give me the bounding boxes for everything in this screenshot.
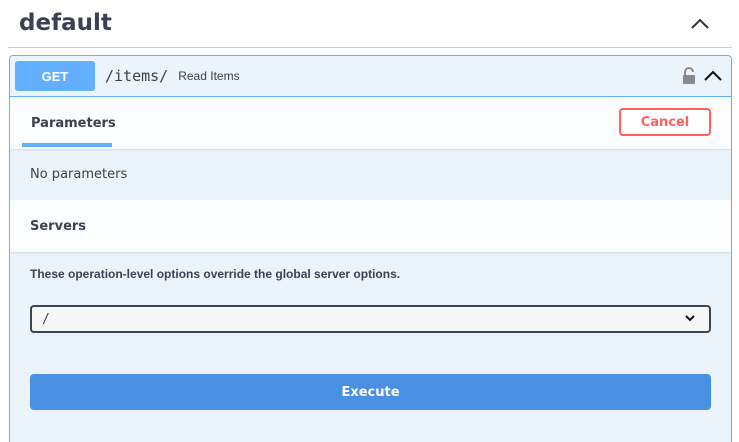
server-select[interactable]: /: [30, 305, 711, 333]
operation-summary[interactable]: GET /items/ Read Items: [10, 56, 731, 97]
chevron-up-icon[interactable]: [704, 70, 722, 82]
summary-controls: [682, 67, 722, 85]
lock-icon[interactable]: [682, 67, 696, 85]
method-badge: GET: [15, 61, 95, 91]
chevron-up-icon: [691, 18, 709, 29]
servers-title: Servers: [10, 200, 731, 252]
parameters-tab-bar: Parameters Cancel: [10, 97, 731, 149]
execute-button[interactable]: Execute: [30, 374, 711, 410]
section-collapse-toggle[interactable]: [680, 4, 720, 44]
operation-path[interactable]: /items/: [105, 67, 168, 85]
server-select-value: /: [42, 311, 50, 327]
servers-note: These operation-level options override t…: [30, 267, 401, 281]
swagger-page: default GET /items/ Read Items Parameter…: [0, 0, 739, 442]
section-title: default: [19, 9, 112, 36]
servers-body: These operation-level options override t…: [10, 267, 731, 410]
operation-summary-text: Read Items: [178, 69, 240, 83]
chevron-down-icon: [685, 315, 695, 322]
tab-parameters[interactable]: Parameters: [22, 97, 125, 149]
cancel-button[interactable]: Cancel: [619, 108, 711, 136]
operation-block: GET /items/ Read Items Parameters Cancel…: [9, 55, 732, 442]
no-parameters-text: No parameters: [30, 167, 128, 182]
tag-section-header[interactable]: default: [8, 0, 732, 48]
tab-active-indicator: [22, 143, 112, 147]
